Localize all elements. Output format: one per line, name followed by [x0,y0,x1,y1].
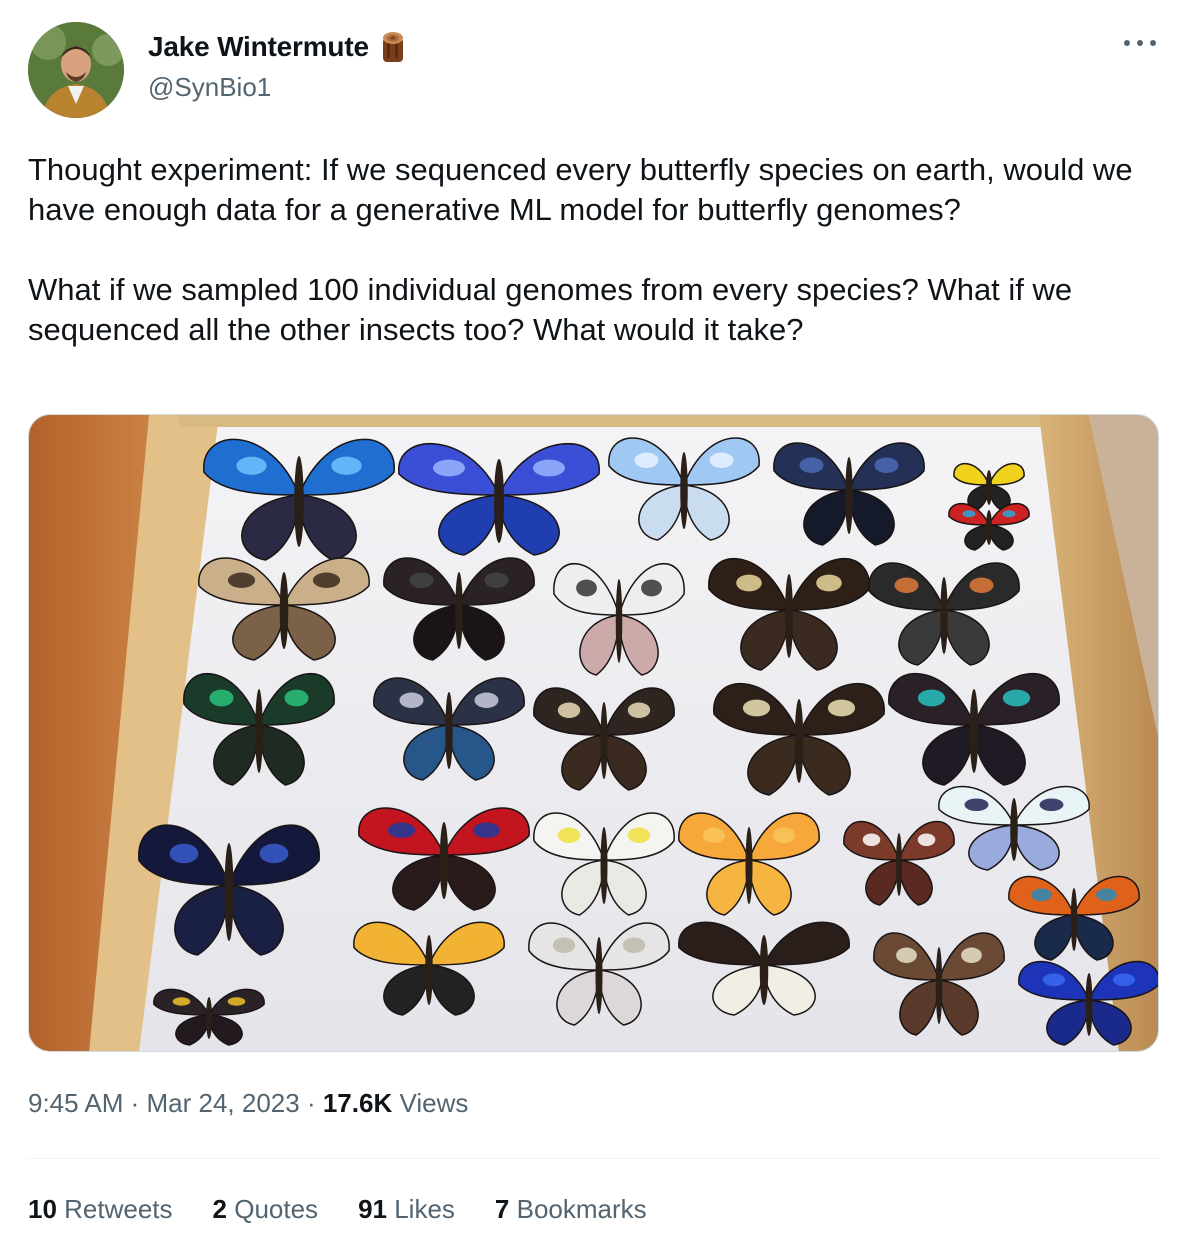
tweet-time[interactable]: 9:45 AM [28,1088,123,1119]
retweets-stat[interactable]: 10 Retweets [28,1194,173,1225]
meta-separator: · [299,1088,323,1118]
engagement-stats: 10 Retweets 2 Quotes 91 Likes 7 Bookmark… [28,1194,647,1225]
bookmarks-stat[interactable]: 7 Bookmarks [495,1194,647,1225]
views-label: Views [392,1088,469,1118]
display-name[interactable]: Jake Wintermute [148,31,369,63]
user-handle[interactable]: @SynBio1 [148,72,271,103]
likes-count: 91 [358,1194,387,1224]
views-count: 17.6K [322,1088,393,1118]
tweet-paragraph: What if we sampled 100 individual genome… [28,272,1073,347]
tweet-media-image[interactable] [28,414,1159,1052]
more-options-icon[interactable] [1124,34,1156,50]
tweet-date[interactable]: Mar 24, 2023 [147,1088,300,1119]
divider [28,1158,1159,1159]
butterfly-specimen-photo [29,415,1158,1051]
retweets-count: 10 [28,1194,57,1224]
quotes-label: Quotes [227,1194,319,1224]
retweets-label: Retweets [56,1194,173,1224]
avatar[interactable] [28,22,124,118]
wood-log-icon [379,30,407,64]
tweet-meta: 9:45 AM · Mar 24, 2023 · 17.6K Views [28,1088,468,1119]
likes-stat[interactable]: 91 Likes [358,1194,455,1225]
meta-separator: · [123,1088,147,1118]
tweet-paragraph: Thought experiment: If we sequenced ever… [28,152,1133,227]
likes-label: Likes [386,1194,455,1224]
bookmarks-label: Bookmarks [509,1194,647,1224]
bookmarks-count: 7 [494,1194,510,1224]
quotes-stat[interactable]: 2 Quotes [213,1194,319,1225]
quotes-count: 2 [212,1194,227,1224]
tweet-text: Thought experiment: If we sequenced ever… [28,150,1158,350]
